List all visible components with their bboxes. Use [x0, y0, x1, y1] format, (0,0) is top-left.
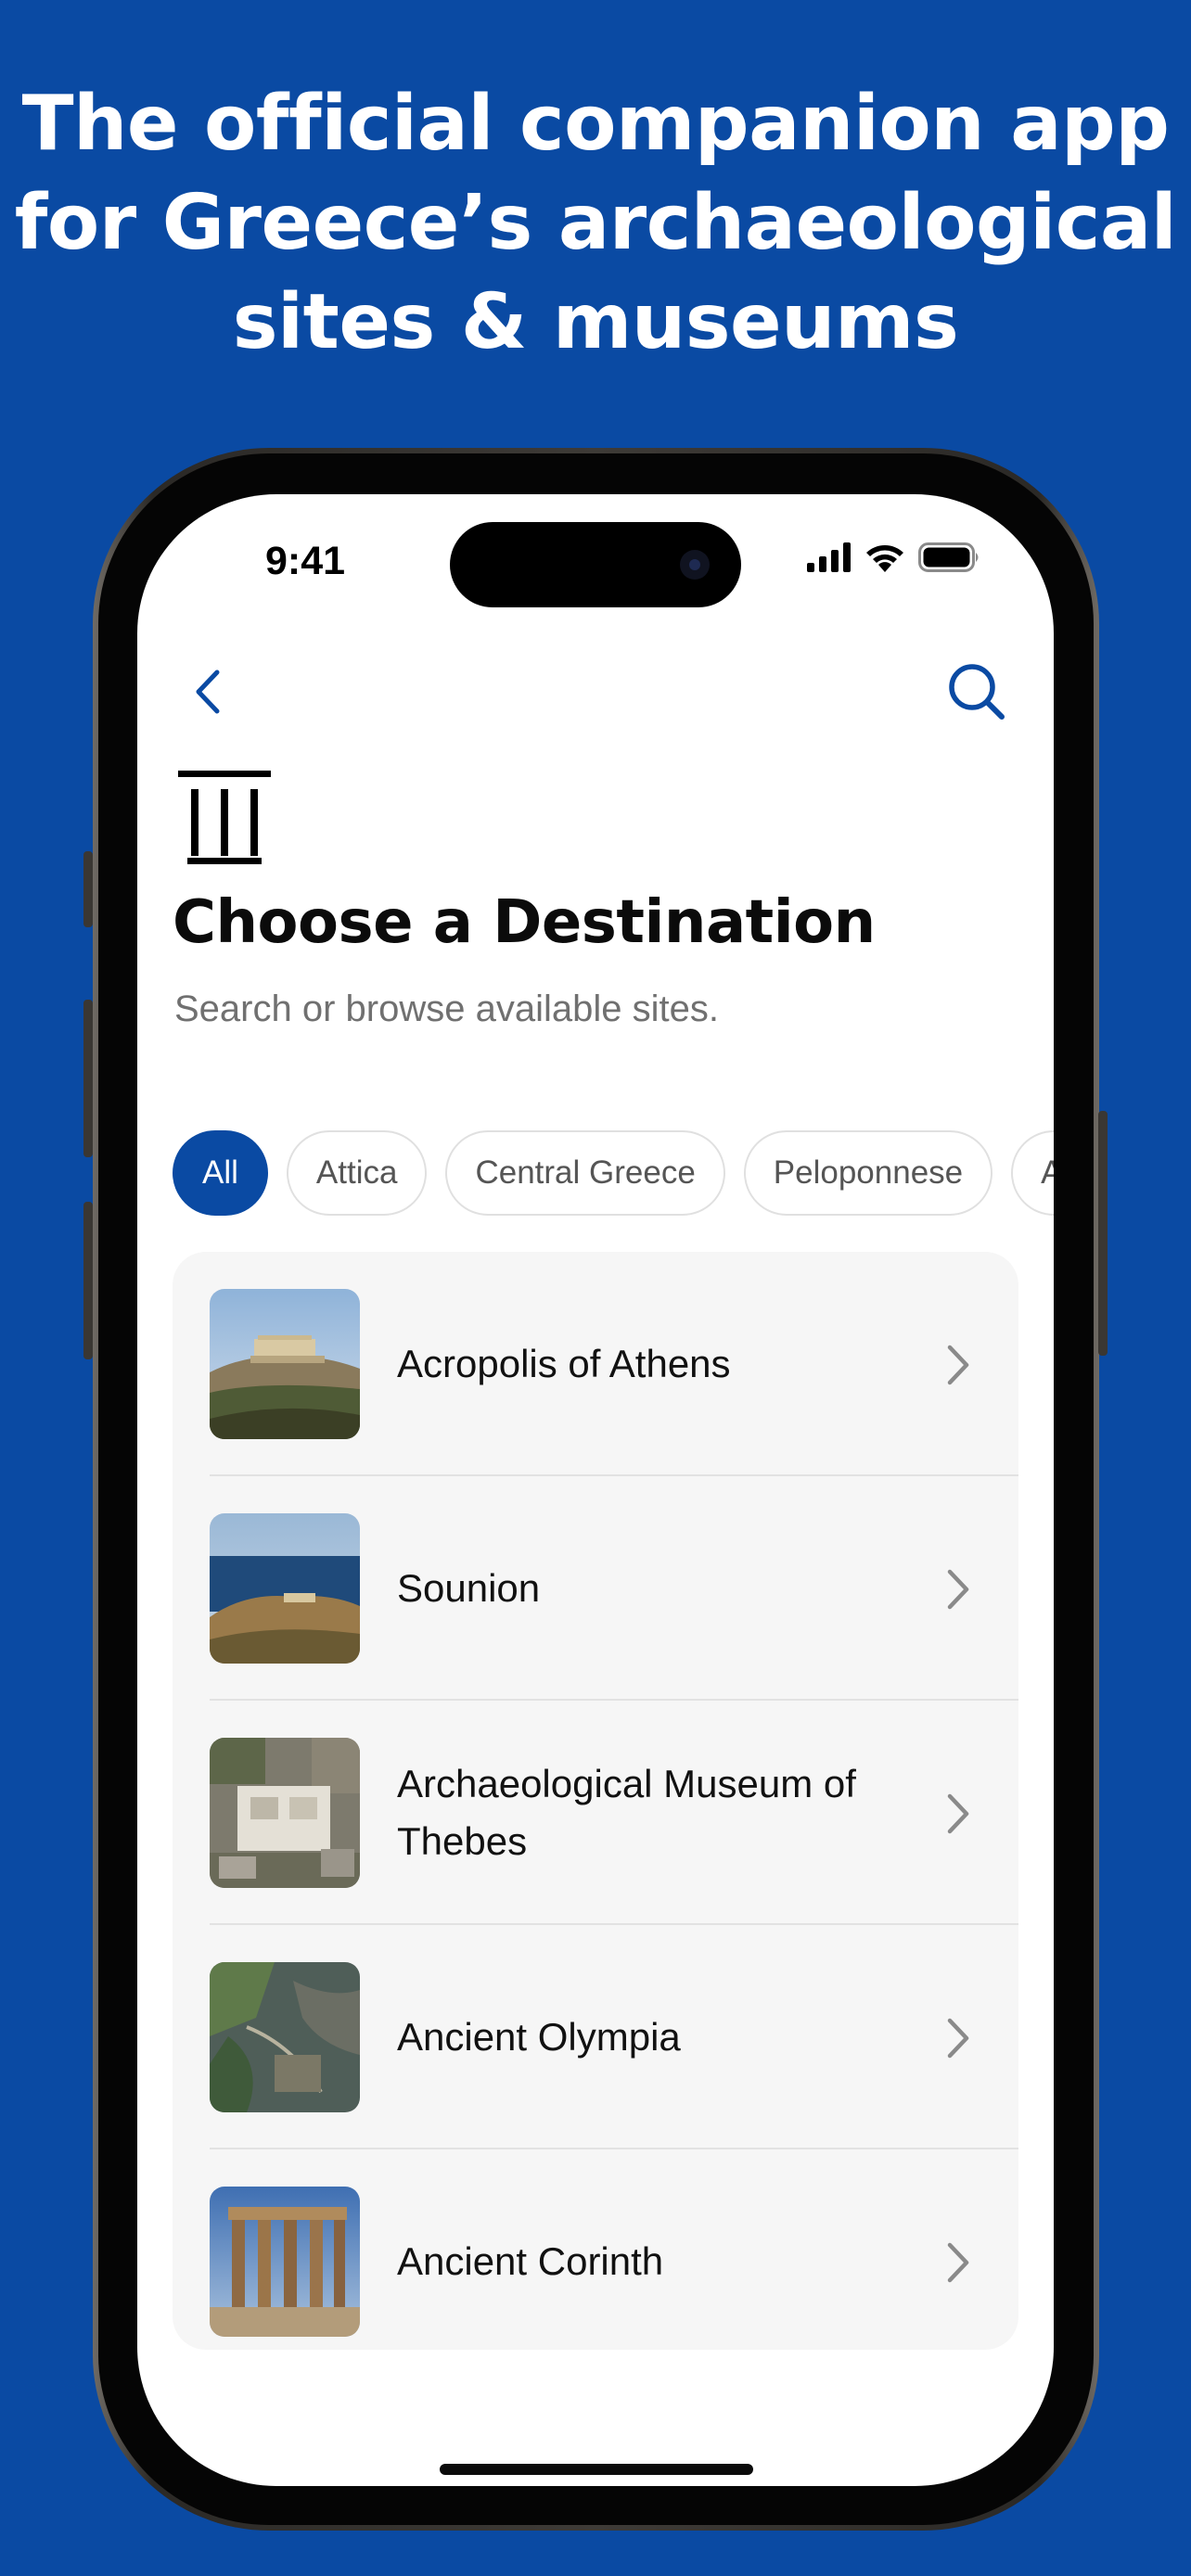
- page-subtitle: Search or browse available sites.: [174, 988, 719, 1029]
- chevron-left-icon: [196, 670, 220, 714]
- filter-chip-all[interactable]: All: [173, 1130, 268, 1216]
- wifi-icon: [866, 545, 903, 572]
- corinth-temple-photo: [210, 2187, 360, 2337]
- filter-chip-peloponnese[interactable]: Peloponnese: [743, 1130, 993, 1216]
- list-item[interactable]: Sounion: [173, 1476, 1018, 1701]
- page-title: Choose a Destination: [173, 888, 876, 957]
- status-icons: [807, 541, 981, 574]
- olympia-aerial-photo: [210, 1962, 360, 2112]
- action-button: [83, 851, 93, 927]
- filter-chip-truncated[interactable]: Ac: [1011, 1130, 1054, 1216]
- marketing-headline: The official companion app for Greece’s …: [0, 74, 1191, 372]
- chevron-right-icon: [947, 2242, 969, 2283]
- acropolis-photo: [210, 1289, 360, 1439]
- destination-name: Sounion: [397, 1566, 541, 1610]
- search-icon: [949, 664, 1005, 720]
- destination-name: Acropolis of Athens: [397, 1342, 731, 1385]
- headline-line-1: The official companion app: [21, 80, 1170, 168]
- greek-columns-icon: [178, 771, 271, 864]
- list-item[interactable]: Archaeological Museum of Thebes: [173, 1701, 1018, 1925]
- phone-screen: 9:41 Choose a Destination Search or brow…: [137, 494, 1054, 2486]
- headline-line-2: for Greece’s archaeological: [14, 179, 1177, 267]
- list-item[interactable]: Acropolis of Athens: [173, 1252, 1018, 1476]
- status-time: 9:41: [265, 539, 346, 583]
- chevron-right-icon: [947, 1793, 969, 1834]
- filter-chip-attica[interactable]: Attica: [286, 1130, 428, 1216]
- list-item[interactable]: Ancient Olympia: [173, 1925, 1018, 2149]
- destination-name: Ancient Olympia: [397, 2015, 681, 2059]
- filter-chip-central-greece[interactable]: Central Greece: [445, 1130, 725, 1216]
- destination-name: Ancient Corinth: [397, 2239, 664, 2283]
- thebes-museum-photo: [210, 1738, 360, 1888]
- power-button: [1098, 1111, 1108, 1356]
- battery-icon: [918, 542, 979, 572]
- destination-list: Acropolis of Athens Sounion Archaeologic…: [173, 1252, 1018, 2350]
- chevron-right-icon: [947, 1345, 969, 1385]
- chevron-right-icon: [947, 1569, 969, 1610]
- destination-name: Archaeological Museum of Thebes: [397, 1762, 856, 1863]
- dynamic-island: [450, 522, 741, 607]
- cellular-signal-icon: [807, 542, 851, 572]
- back-button[interactable]: [182, 659, 237, 724]
- region-filter-chips: All Attica Central Greece Peloponnese Ac: [173, 1130, 1054, 1218]
- headline-line-3: sites & museums: [232, 278, 959, 366]
- search-button[interactable]: [944, 659, 1009, 724]
- chevron-right-icon: [947, 2018, 969, 2059]
- sounion-photo: [210, 1513, 360, 1664]
- volume-up-button: [83, 1000, 93, 1157]
- volume-down-button: [83, 1202, 93, 1359]
- list-item[interactable]: Ancient Corinth: [173, 2149, 1018, 2350]
- home-indicator[interactable]: [440, 2464, 753, 2475]
